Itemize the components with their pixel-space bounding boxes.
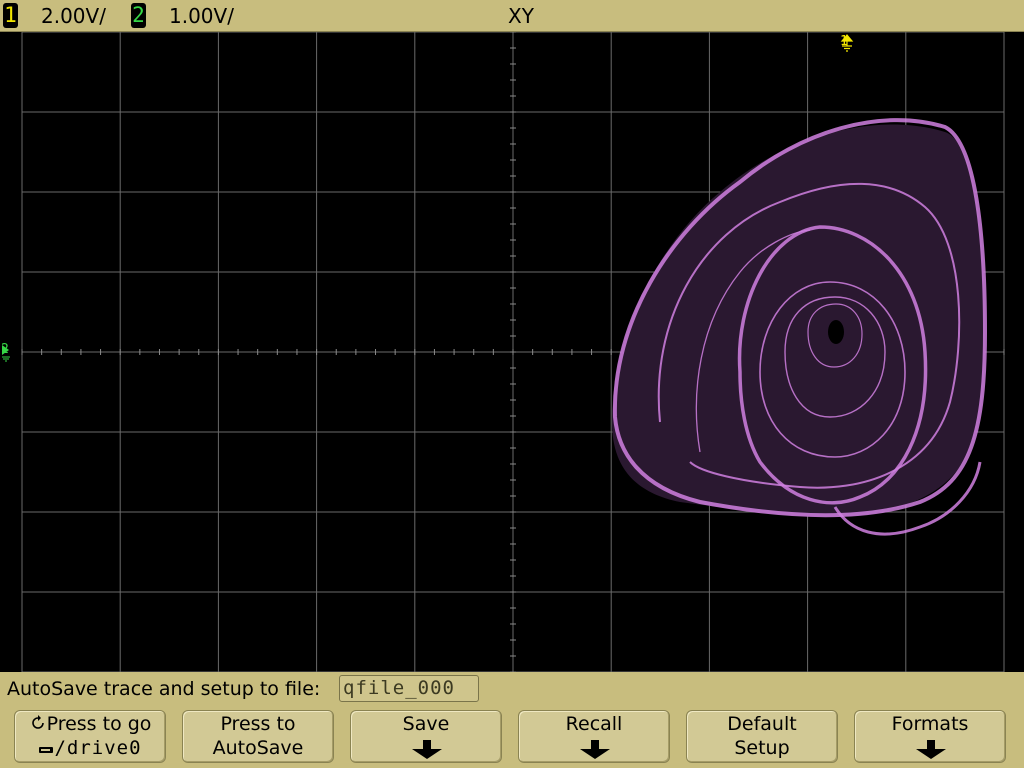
trace-envelope (612, 124, 985, 517)
autosave-filename-field[interactable]: qfile_000 (339, 675, 479, 702)
channel-1-ground-marker[interactable]: 1 (840, 34, 854, 52)
down-arrow-icon (580, 740, 610, 759)
softkey-1-line2: /drive0 (15, 736, 165, 760)
softkey-save[interactable]: Save (350, 710, 502, 763)
softkey-3-label: Save (402, 713, 450, 735)
softkey-default-setup[interactable]: Default Setup (686, 710, 838, 763)
ground-up-icon (840, 34, 854, 52)
usb-drive-icon (39, 747, 54, 753)
softkey-formats[interactable]: Formats (854, 710, 1006, 763)
channel-2-badge[interactable]: 2 (131, 3, 146, 28)
channel-2-ground-marker[interactable]: 2 (1, 342, 10, 362)
rotate-icon (31, 715, 44, 729)
autosave-status-message: AutoSave trace and setup to file: (7, 678, 321, 700)
softkey-recall[interactable]: Recall (518, 710, 670, 763)
softkey-panel: AutoSave trace and setup to file: qfile_… (0, 672, 1024, 768)
softkey-1-line1: Press to go (15, 712, 165, 736)
softkey-2-line1: Press to (220, 713, 296, 735)
ground-right-icon (2, 345, 10, 362)
softkey-4-label: Recall (565, 713, 623, 735)
down-arrow-icon (916, 740, 946, 759)
channel-1-scale: 2.00V/ (41, 4, 106, 28)
xy-trace (612, 118, 988, 536)
channel-2-scale: 1.00V/ (169, 4, 234, 28)
down-arrow-icon (412, 740, 442, 759)
waveform-graticule (21, 32, 1005, 672)
softkey-5-line2: Setup (734, 737, 790, 759)
channel-1-badge[interactable]: 1 (3, 3, 18, 28)
softkey-6-label: Formats (891, 713, 969, 735)
trace-center (828, 320, 844, 344)
softkey-2-line2: AutoSave (212, 737, 304, 759)
softkey-press-to-go[interactable]: Press to go /drive0 (14, 710, 166, 763)
softkey-press-to-autosave[interactable]: Press to AutoSave (182, 710, 334, 763)
timebase-mode-label: XY (508, 4, 534, 28)
waveform-display[interactable]: 1 2 (0, 32, 1024, 672)
softkey-5-line1: Default (727, 713, 797, 735)
channel-status-bar: 1 2.00V/ 2 1.00V/ XY (0, 0, 1024, 32)
